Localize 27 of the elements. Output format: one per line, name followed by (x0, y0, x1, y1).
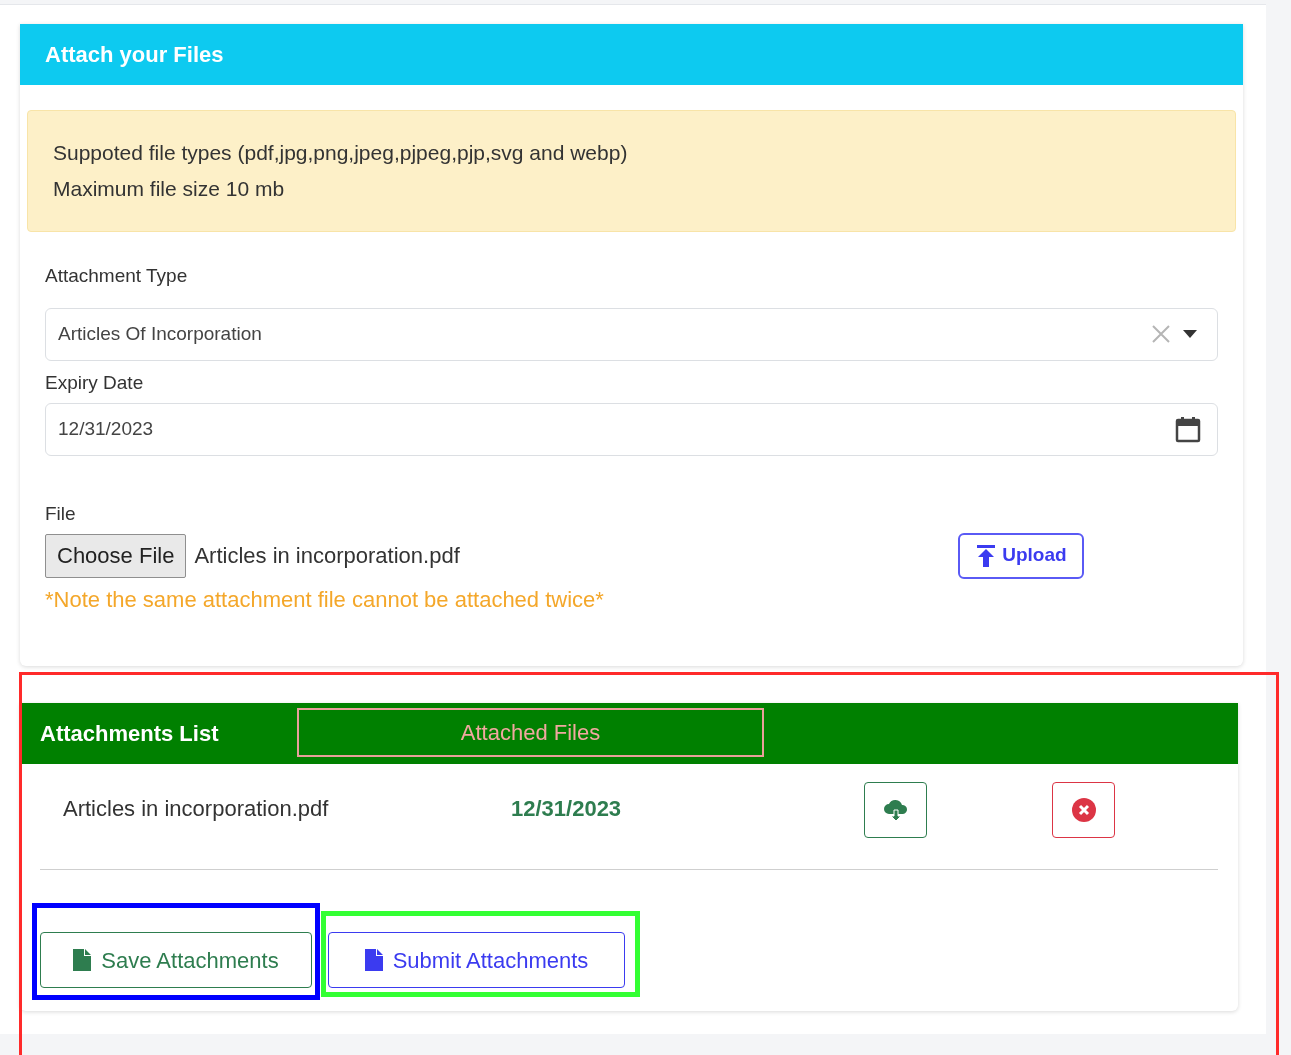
highlight-label-frame: Attached Files (297, 708, 764, 757)
notice-text: Maximum file size 10 mb (53, 176, 286, 202)
delete-button[interactable] (1052, 782, 1115, 838)
attachment-date: 12/31/2023 (511, 795, 623, 823)
card-title: Attachments List (40, 720, 219, 748)
document-icon (364, 949, 383, 971)
expiry-date-field[interactable]: 12/31/2023 (45, 403, 1218, 456)
field-label: Expiry Date (45, 370, 144, 395)
note-text: *Note the same attachment file cannot be attached twice* (45, 585, 604, 614)
upload-icon (976, 544, 997, 567)
choose-file-button[interactable]: Choose File (45, 533, 187, 578)
save-attachments-button[interactable]: Save Attachments (40, 932, 312, 988)
attachment-file-name: Articles in incorporation.pdf (63, 795, 330, 823)
field-label: Attachment Type (45, 264, 188, 288)
upload-button[interactable]: Upload (958, 532, 1085, 579)
close-circle-icon (1071, 798, 1096, 822)
document-icon (73, 949, 92, 971)
file-name: Articles in incorporation.pdf (194, 542, 461, 570)
field-label: File (45, 502, 76, 526)
submit-attachments-button[interactable]: Submit Attachments (328, 932, 625, 988)
caret-icon[interactable] (1183, 330, 1197, 338)
notice-text: Suppoted file types (pdf,jpg,png,jpeg,pjpeg,pjp,svg and webp) (53, 140, 629, 166)
cloud-download-icon (883, 799, 908, 821)
calendar-icon[interactable] (1175, 416, 1201, 443)
download-button[interactable] (864, 782, 927, 838)
card-title: Attach your Files (45, 41, 224, 69)
attachment-type-select[interactable]: Articles Of Incorporation (45, 307, 1218, 361)
